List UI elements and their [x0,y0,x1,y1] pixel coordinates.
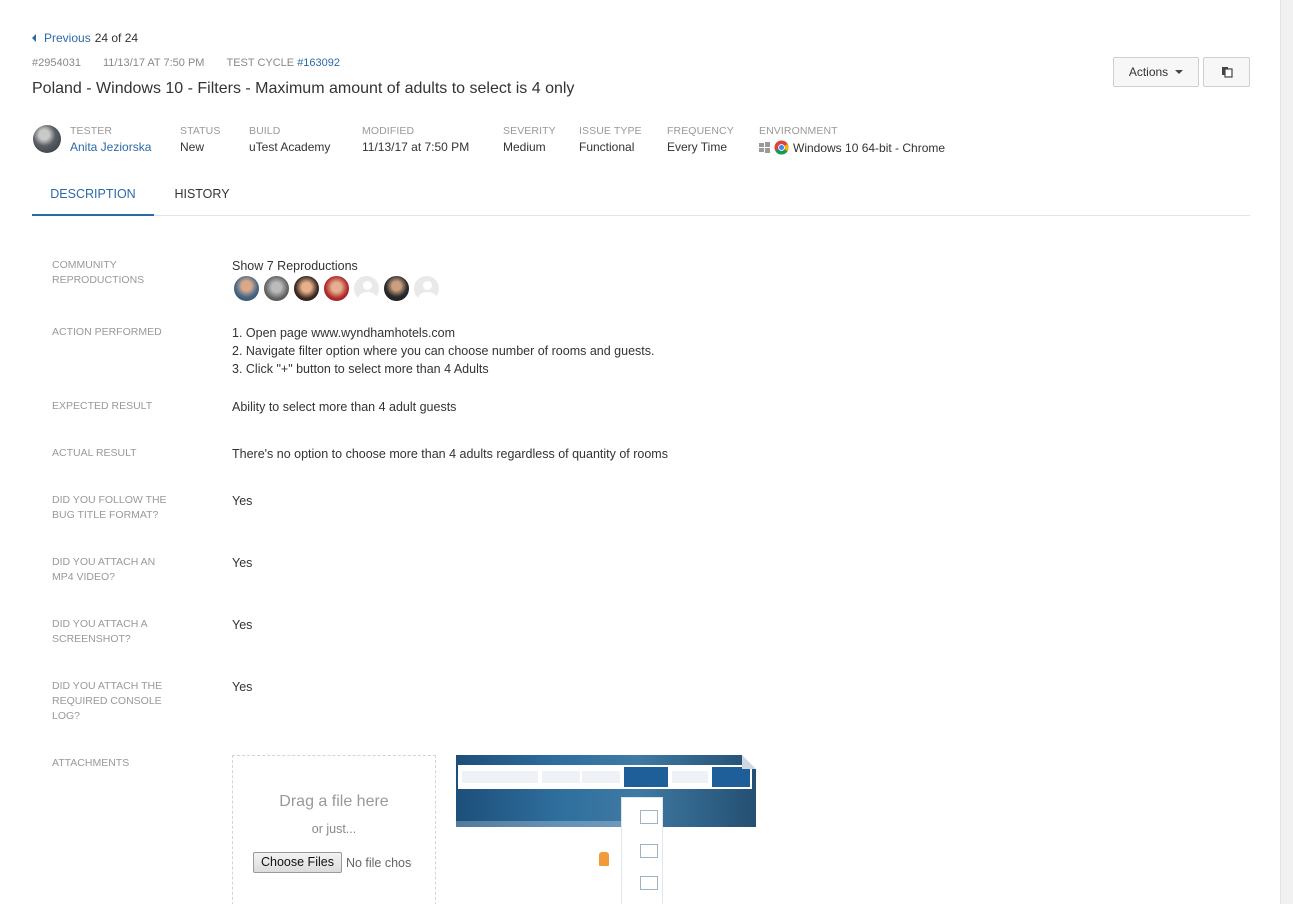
avatar[interactable] [292,274,321,303]
field-build: BUILD uTest Academy [249,125,330,154]
reproduction-avatars [232,274,442,303]
field-tester-label: TESTER [70,125,113,137]
console-log-value: Yes [232,680,253,694]
environment-value: Windows 10 64-bit - Chrome [759,140,945,155]
field-frequency: FREQUENCY Every Time [667,125,734,154]
field-issue-type-label: ISSUE TYPE [579,125,642,137]
test-cycle: TEST CYCLE #163092 [226,57,340,69]
tab-bar: DESCRIPTION HISTORY [32,178,1250,216]
severity-value: Medium [503,140,546,154]
field-severity-label: SEVERITY [503,125,556,137]
modified-value: 11/13/17 at 7:50 PM [362,140,470,154]
avatar[interactable] [322,274,351,303]
action-step: 2. Navigate filter option where you can … [232,344,655,358]
test-cycle-link[interactable]: #163092 [297,57,340,69]
copy-button[interactable] [1203,57,1250,87]
thumbnail-rooms-selector [624,767,668,787]
thumbnail-dropdown [621,797,663,904]
expected-result-label: EXPECTED RESULT [52,400,153,412]
chrome-icon [774,140,789,155]
tab-history[interactable]: HISTORY [164,178,240,216]
console-log-label: DID YOU ATTACH THE REQUIRED CONSOLE LOG? [52,680,163,722]
thumbnail-search-button [712,767,750,787]
actual-result-value: There's no option to choose more than 4 … [232,447,668,461]
thumbnail-logo [599,852,609,866]
expected-result-value: Ability to select more than 4 adult gues… [232,400,457,414]
avatar[interactable] [352,274,381,303]
mp4-video-label: DID YOU ATTACH AN MP4 VIDEO? [52,556,156,583]
field-issue-type: ISSUE TYPE Functional [579,125,642,154]
pagination-position: 24 of 24 [94,31,139,45]
avatar[interactable] [412,274,441,303]
issue-created: 11/13/17 AT 7:50 PM [102,57,205,69]
screenshot-label: DID YOU ATTACH A SCREENSHOT? [52,618,148,645]
field-modified-label: MODIFIED [362,125,415,137]
thumbnail-dropdown-row [640,876,658,890]
field-modified: MODIFIED 11/13/17 at 7:50 PM [362,125,469,154]
frequency-value: Every Time [667,140,728,154]
tester-avatar [33,125,61,153]
copy-icon [1221,67,1233,78]
field-status: STATUS New [180,125,220,154]
windows-icon [759,142,770,153]
tester-link[interactable]: Anita Jeziorska [70,140,151,154]
choose-files-button[interactable]: Choose Files [253,852,342,873]
action-step: 3. Click "+" button to select more than … [232,362,489,376]
issue-id: #2954031 [32,57,81,69]
field-environment: ENVIRONMENT Windows 10 64-bit - Chrome [759,125,945,155]
community-reproductions-label: COMMUNITY REPRODUCTIONS [52,259,145,286]
file-input: Choose Files No file chosen [253,852,412,873]
bug-title-format-label: DID YOU FOLLOW THE BUG TITLE FORMAT? [52,494,167,521]
file-dropzone[interactable]: Drag a file here or just... Choose Files… [232,755,436,904]
avatar[interactable] [232,274,261,303]
field-severity: SEVERITY Medium [503,125,556,154]
environment-text: Windows 10 64-bit - Chrome [793,140,946,155]
tab-description[interactable]: DESCRIPTION [32,178,154,216]
build-value: uTest Academy [249,140,331,154]
action-performed-label: ACTION PERFORMED [52,326,162,338]
thumbnail-search-bar [458,765,752,789]
thumbnail-segment [672,771,708,783]
action-step: 1. Open page www.wyndhamhotels.com [232,326,456,340]
page-title: Poland - Windows 10 - Filters - Maximum … [32,80,575,97]
thumbnail-corner [742,755,756,769]
attachments-label: ATTACHMENTS [52,757,130,769]
dropzone-title: Drag a file here [279,793,389,810]
pagination-nav: Previous 24 of 24 [32,31,138,45]
previous-link[interactable]: Previous [44,31,91,45]
thumbnail-segment [462,771,538,783]
actual-result-label: ACTUAL RESULT [52,447,137,459]
avatar[interactable] [382,274,411,303]
screenshot-value: Yes [232,618,253,632]
attachment-thumbnail[interactable] [456,755,756,904]
scrollbar-gutter[interactable] [1280,0,1293,904]
bug-title-format-value: Yes [232,494,253,508]
field-status-label: STATUS [180,125,221,137]
show-reproductions-link[interactable]: Show 7 Reproductions [232,257,358,275]
thumbnail-dropdown-row [640,810,658,824]
mp4-video-value: Yes [232,556,253,570]
thumbnail-segment [582,771,620,783]
no-file-text: No file chosen [345,855,412,870]
issue-detail-page: Previous 24 of 24 #2954031 11/13/17 AT 7… [0,0,1280,904]
test-cycle-label: TEST CYCLE [226,57,295,69]
thumbnail-strip [456,821,621,827]
status-value: New [180,140,205,154]
issue-meta: #2954031 11/13/17 AT 7:50 PM TEST CYCLE … [32,57,340,69]
caret-down-icon [1175,70,1184,74]
field-environment-label: ENVIRONMENT [759,125,838,137]
field-frequency-label: FREQUENCY [667,125,734,137]
dropzone-subtitle: or just... [311,822,357,836]
caret-left-icon[interactable] [32,34,36,42]
field-build-label: BUILD [249,125,281,137]
avatar[interactable] [262,274,291,303]
issue-type-value: Functional [579,140,635,154]
thumbnail-dropdown-row [640,844,658,858]
actions-button[interactable]: Actions [1113,57,1199,87]
action-performed-value: 1. Open page www.wyndhamhotels.com 2. Na… [232,324,654,378]
field-tester: TESTER Anita Jeziorska [70,125,151,154]
actions-label: Actions [1128,65,1169,79]
thumbnail-segment [542,771,580,783]
